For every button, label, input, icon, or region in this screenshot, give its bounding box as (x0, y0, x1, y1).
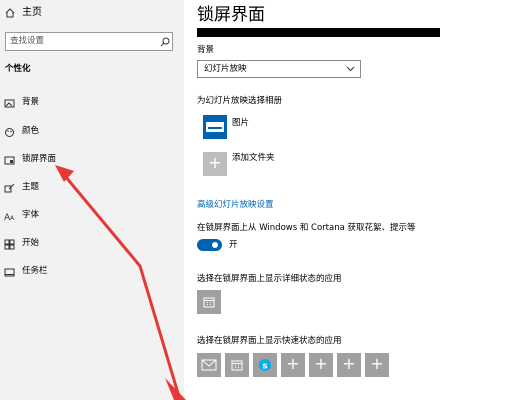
svg-text:s: s (262, 362, 267, 372)
font-icon: AA (4, 211, 15, 222)
add-folder-label: 添加文件夹 (232, 153, 275, 163)
sidebar-item-label: 字体 (22, 210, 40, 220)
sidebar: 主页 查找设置 个性化 背景 颜色 锁屏界面 主题 AA 字体 开始 任务栏 (0, 0, 184, 400)
quick-status-app-mail[interactable] (197, 353, 221, 377)
sidebar-item-background[interactable]: 背景 (0, 93, 184, 113)
chevron-down-icon (346, 66, 355, 72)
album-item-label: 图片 (232, 118, 250, 128)
svg-text:A: A (10, 215, 15, 222)
palette-icon (4, 127, 15, 138)
taskbar-icon (4, 267, 15, 278)
search-icon[interactable] (160, 37, 170, 47)
lock-screen-icon (4, 155, 15, 166)
pictures-folder-icon (203, 115, 227, 139)
detailed-status-label: 选择在锁屏界面上显示详细状态的应用 (197, 274, 342, 284)
sidebar-item-taskbar[interactable]: 任务栏 (0, 262, 184, 282)
toggle-state-label: 开 (229, 240, 238, 250)
sidebar-item-themes[interactable]: 主题 (0, 178, 184, 198)
home-icon (5, 8, 15, 18)
sidebar-item-label: 背景 (22, 97, 40, 107)
sidebar-item-label: 开始 (22, 238, 40, 248)
sidebar-item-label: 主题 (22, 182, 40, 192)
quick-status-add-button-1[interactable]: + (281, 353, 305, 377)
quick-status-app-skype[interactable]: s (253, 353, 277, 377)
lockscreen-preview-banner (197, 28, 440, 37)
calendar-icon (231, 359, 243, 371)
album-pictures-item[interactable]: 图片 (203, 115, 343, 139)
plus-icon: + (203, 152, 227, 176)
sidebar-item-start[interactable]: 开始 (0, 234, 184, 254)
page-title: 锁屏界面 (197, 5, 265, 25)
search-box[interactable]: 查找设置 (5, 32, 173, 51)
quick-status-add-button-4[interactable]: + (365, 353, 389, 377)
background-label: 背景 (197, 45, 215, 55)
fun-facts-label: 在锁屏界面上从 Windows 和 Cortana 获取花絮、提示等 (197, 223, 416, 233)
sidebar-item-fonts[interactable]: AA 字体 (0, 206, 184, 226)
sidebar-item-lockscreen[interactable]: 锁屏界面 (0, 150, 184, 170)
skype-icon: s (258, 358, 272, 372)
toggle-knob (212, 242, 218, 248)
mail-icon (201, 359, 217, 371)
sidebar-item-colors[interactable]: 颜色 (0, 122, 184, 142)
home-link[interactable]: 主页 (0, 4, 184, 22)
background-dropdown-value: 幻灯片放映 (204, 64, 247, 74)
main-content: 锁屏界面 背景 幻灯片放映 为幻灯片放映选择相册 图片 + 添加文件夹 高级幻灯… (184, 0, 518, 400)
brush-icon (4, 183, 15, 194)
advanced-slideshow-link[interactable]: 高级幻灯片放映设置 (197, 200, 274, 211)
fun-facts-toggle[interactable] (197, 239, 222, 251)
album-label: 为幻灯片放映选择相册 (197, 96, 283, 106)
section-title: 个性化 (5, 64, 31, 74)
background-dropdown[interactable]: 幻灯片放映 (197, 60, 361, 78)
sidebar-item-label: 锁屏界面 (22, 154, 57, 164)
add-folder-button[interactable]: + 添加文件夹 (203, 152, 343, 176)
quick-status-app-calendar[interactable] (225, 353, 249, 377)
calendar-icon (203, 296, 215, 308)
quick-status-add-button-3[interactable]: + (337, 353, 361, 377)
sidebar-item-label: 颜色 (22, 126, 40, 136)
start-icon (4, 239, 15, 250)
sidebar-item-label: 任务栏 (22, 266, 48, 276)
home-label: 主页 (22, 7, 42, 18)
quick-status-label: 选择在锁屏界面上显示快速状态的应用 (197, 336, 342, 346)
quick-status-add-button-2[interactable]: + (309, 353, 333, 377)
detailed-status-app-button[interactable] (197, 290, 221, 314)
picture-icon (4, 98, 15, 109)
search-input[interactable]: 查找设置 (10, 36, 44, 47)
